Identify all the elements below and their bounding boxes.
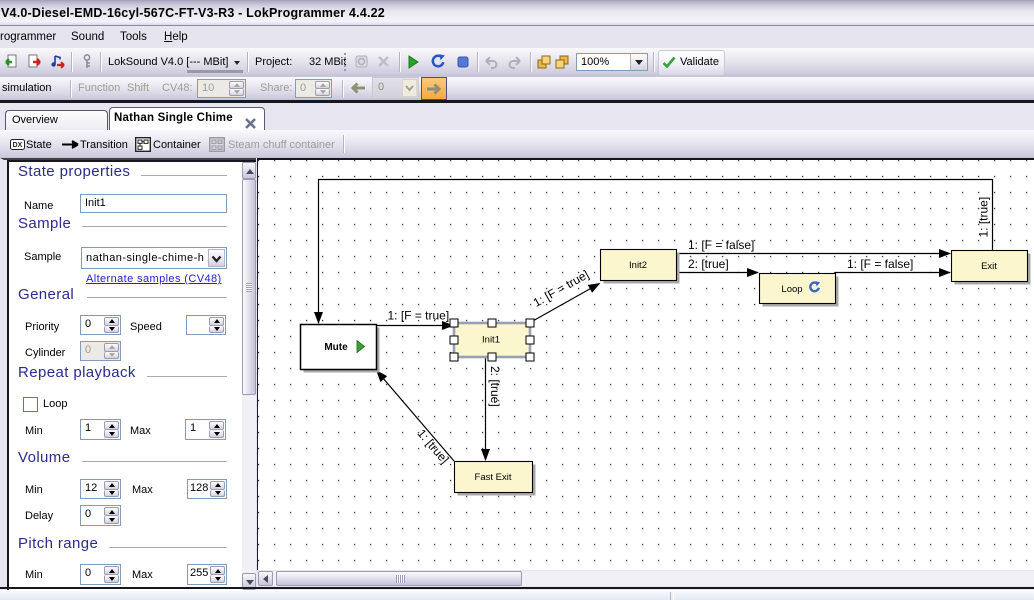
svg-text:DX: DX (13, 142, 23, 149)
svg-text:1: [F = true]: 1: [F = true] (388, 309, 450, 323)
svg-text:Init2: Init2 (629, 260, 647, 271)
svg-text:1: [F = false]: 1: [F = false] (688, 238, 754, 252)
svg-text:Loop: Loop (781, 284, 802, 295)
svg-text:1: [true]: 1: [true] (977, 197, 991, 238)
svg-text:Fast Exit: Fast Exit (475, 472, 512, 483)
svg-text:Init1: Init1 (482, 335, 500, 346)
svg-text:Exit: Exit (981, 261, 997, 272)
svg-text:2: [true]: 2: [true] (488, 366, 502, 407)
svg-text:1: [F = false]: 1: [F = false] (847, 257, 913, 271)
svg-text:2: [true]: 2: [true] (688, 257, 729, 271)
svg-text:Mute: Mute (324, 342, 348, 353)
